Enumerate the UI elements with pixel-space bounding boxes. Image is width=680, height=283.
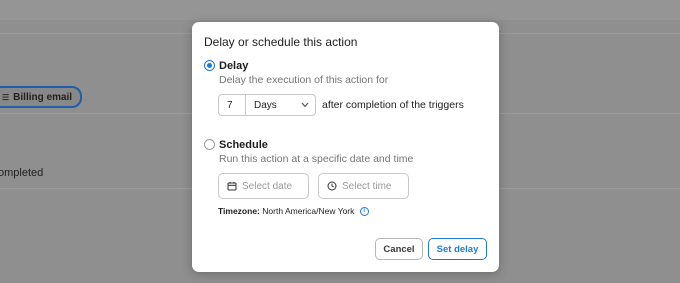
delay-amount-value: 7 [227, 99, 233, 111]
billing-email-chip: ☰ Billing email [0, 86, 83, 108]
timezone-value: North America/New York [262, 206, 355, 216]
delay-amount-input[interactable]: 7 [218, 94, 245, 116]
schedule-label[interactable]: Schedule [219, 139, 268, 151]
set-delay-button[interactable]: Set delay [428, 238, 487, 260]
timezone-row: Timezone: North America/New York i [218, 206, 369, 217]
time-picker[interactable]: Select time [318, 173, 409, 199]
delay-schedule-dialog: Delay or schedule this action Delay Dela… [192, 22, 499, 272]
dialog-title: Delay or schedule this action [204, 35, 358, 49]
delay-radio[interactable] [204, 60, 215, 71]
date-picker[interactable]: Select date [218, 173, 309, 199]
info-icon[interactable]: i [359, 207, 369, 217]
cancel-button[interactable]: Cancel [375, 238, 423, 260]
timezone-label: Timezone: [218, 206, 260, 216]
delay-unit-value: Days [254, 99, 277, 111]
schedule-description: Run this action at a specific date and t… [219, 153, 414, 165]
time-placeholder: Select time [342, 180, 392, 192]
delay-label[interactable]: Delay [219, 60, 248, 72]
clock-icon [327, 181, 337, 191]
list-icon: ☰ [2, 92, 10, 102]
chip-label: Billing email [13, 91, 73, 103]
calendar-icon [227, 181, 237, 191]
delay-after-text: after completion of the triggers [322, 99, 464, 111]
background-header-band [0, 0, 680, 20]
delay-description: Delay the execution of this action for [219, 74, 389, 86]
delay-unit-select[interactable]: Days [245, 94, 316, 116]
background-status-text: ompleted [0, 167, 44, 179]
date-placeholder: Select date [242, 180, 293, 192]
chevron-down-icon [301, 102, 309, 108]
schedule-radio[interactable] [204, 139, 215, 150]
